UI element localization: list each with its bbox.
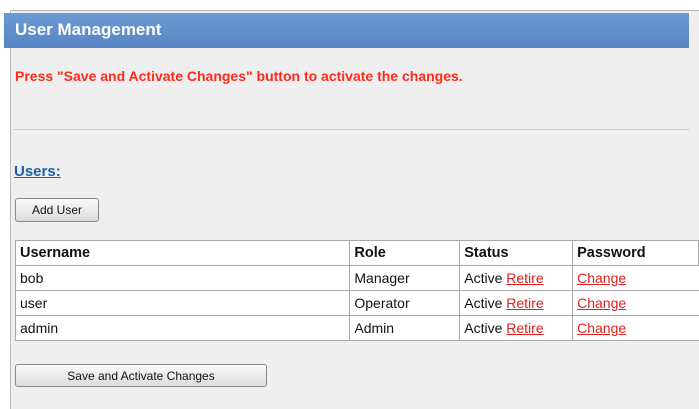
role-cell: Admin bbox=[349, 315, 461, 341]
divider bbox=[14, 129, 689, 130]
change-password-link[interactable]: Change bbox=[577, 320, 626, 336]
change-password-link[interactable]: Change bbox=[577, 295, 626, 311]
username-cell: admin bbox=[14, 315, 351, 341]
status-cell: Active Retire bbox=[459, 265, 574, 291]
status-cell: Active Retire bbox=[459, 290, 574, 316]
retire-link[interactable]: Retire bbox=[506, 295, 543, 311]
status-text: Active bbox=[464, 270, 503, 286]
role-cell: Operator bbox=[349, 290, 461, 316]
users-table: Username Role Status Password bob Manage… bbox=[14, 240, 699, 341]
column-header-password: Password bbox=[572, 240, 699, 266]
change-password-link[interactable]: Change bbox=[577, 270, 626, 286]
column-header-username: Username bbox=[14, 240, 351, 266]
column-header-status: Status bbox=[459, 240, 574, 266]
users-heading-link[interactable]: Users: bbox=[14, 163, 61, 180]
save-and-activate-button[interactable]: Save and Activate Changes bbox=[15, 364, 267, 387]
table-row: user Operator Active Retire Change bbox=[14, 290, 699, 316]
table-row: bob Manager Active Retire Change bbox=[14, 265, 699, 291]
status-text: Active bbox=[464, 295, 503, 311]
password-cell: Change bbox=[572, 265, 699, 291]
password-cell: Change bbox=[572, 290, 699, 316]
retire-link[interactable]: Retire bbox=[506, 320, 543, 336]
page-title: User Management bbox=[15, 20, 162, 39]
add-user-button[interactable]: Add User bbox=[15, 198, 99, 222]
username-cell: user bbox=[14, 290, 351, 316]
password-cell: Change bbox=[572, 315, 699, 341]
status-text: Active bbox=[464, 320, 503, 336]
status-cell: Active Retire bbox=[459, 315, 574, 341]
retire-link[interactable]: Retire bbox=[506, 270, 543, 286]
role-cell: Manager bbox=[349, 265, 461, 291]
username-cell: bob bbox=[14, 265, 351, 291]
table-row: admin Admin Active Retire Change bbox=[14, 315, 699, 341]
activation-notice: Press "Save and Activate Changes" button… bbox=[15, 68, 463, 84]
title-bar: User Management bbox=[4, 13, 689, 48]
table-header-row: Username Role Status Password bbox=[14, 240, 699, 266]
column-header-role: Role bbox=[349, 240, 461, 266]
